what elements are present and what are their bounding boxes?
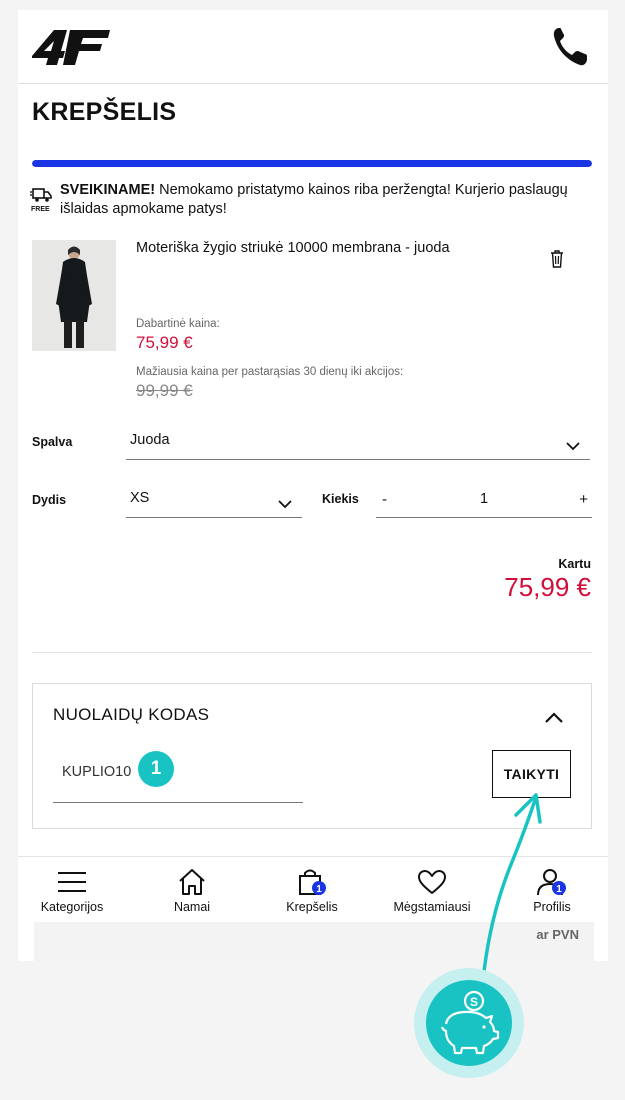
svg-text:S: S bbox=[470, 995, 478, 1009]
annotation-arrow bbox=[481, 793, 542, 982]
piggy-bank-icon: S bbox=[440, 990, 500, 1055]
piggy-bank-badge: S bbox=[414, 968, 524, 1078]
